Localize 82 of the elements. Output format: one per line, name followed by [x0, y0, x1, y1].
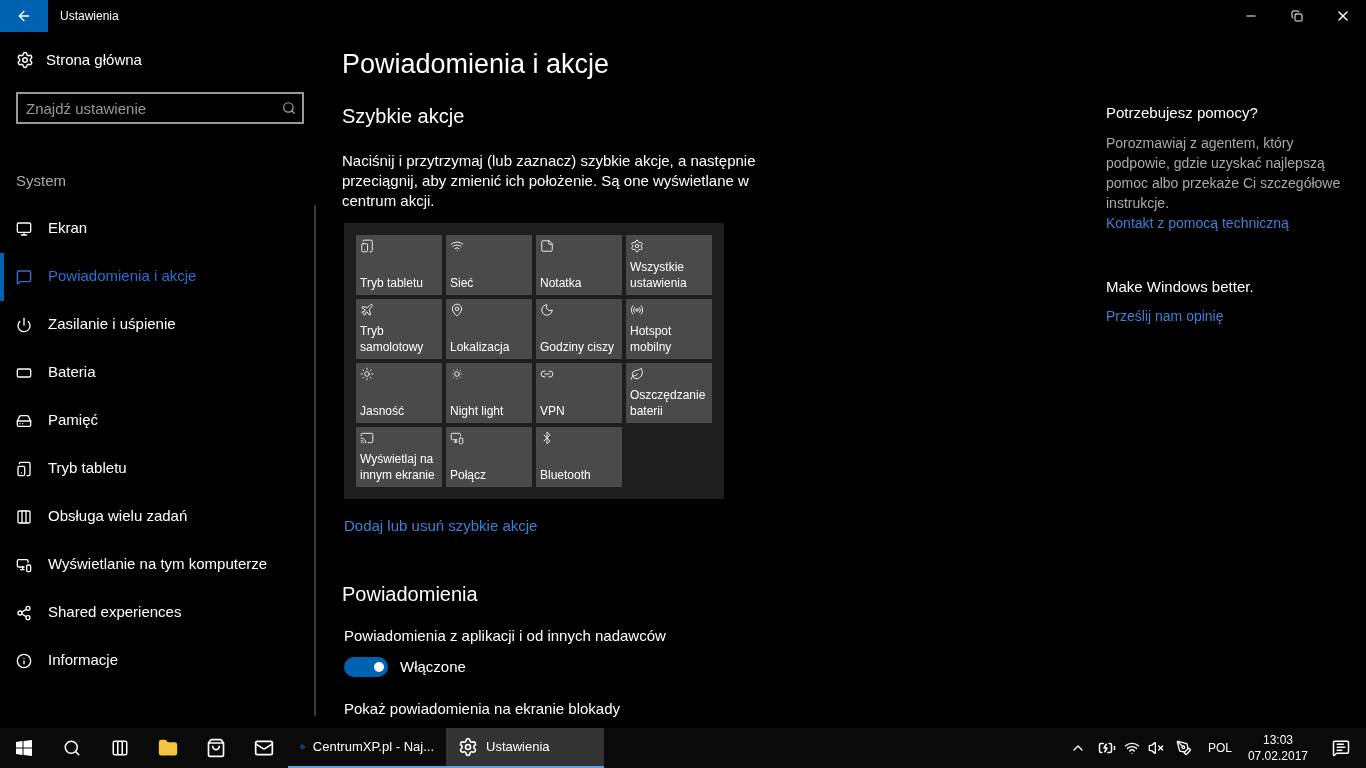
section-heading: Szybkie akcje — [342, 103, 466, 129]
mail-icon — [254, 738, 274, 758]
quick-action-tile[interactable]: Oszczędzanie baterii — [626, 362, 712, 423]
back-button[interactable] — [0, 0, 48, 32]
drive-icon — [16, 412, 32, 429]
quick-action-tile[interactable]: Połącz — [446, 426, 532, 487]
moon-icon — [540, 302, 554, 317]
airplane-icon — [360, 302, 374, 317]
quick-action-tile[interactable]: Sieć — [446, 234, 532, 295]
page-title: Powiadomienia i akcje — [342, 48, 611, 81]
restore-icon — [1291, 10, 1303, 22]
setting-label: Powiadomienia z aplikacji i od innych nadawców — [344, 626, 667, 646]
home-link[interactable]: Strona główna — [46, 48, 142, 72]
shopping-bag-icon — [206, 738, 226, 758]
feedback-heading: Make Windows better. — [1106, 276, 1255, 297]
note-icon — [540, 238, 554, 253]
quick-action-tile[interactable]: VPN — [536, 362, 622, 423]
quick-action-tile[interactable]: Notatka — [536, 234, 622, 295]
quick-action-tile[interactable]: Godziny ciszy — [536, 298, 622, 359]
leaf-icon — [630, 366, 644, 381]
sun-icon — [360, 366, 374, 381]
search-field[interactable]: Znajdź ustawienie — [16, 92, 304, 124]
taskbar-app[interactable]: Ustawienia — [446, 728, 604, 768]
pen-icon[interactable] — [1175, 740, 1192, 756]
speech-bubble-icon — [16, 268, 32, 285]
nav-item[interactable]: Wyświetlanie na tym komputerze — [0, 540, 314, 589]
map-pin-icon — [450, 302, 464, 317]
quick-action-tile[interactable]: Bluetooth — [536, 426, 622, 487]
devices-icon — [450, 430, 464, 445]
quick-action-tile[interactable]: Night light — [446, 362, 532, 423]
info-icon — [16, 652, 32, 669]
nav-item[interactable]: Zasilanie i uśpienie — [0, 300, 314, 349]
settings-icon — [630, 238, 644, 253]
task-view-icon — [111, 739, 129, 757]
support-link[interactable]: Kontakt z pomocą techniczną — [1106, 212, 1289, 234]
nav-item[interactable]: Obsługa wielu zadań — [0, 492, 314, 541]
toggle-switch[interactable] — [344, 656, 388, 677]
search-icon — [282, 101, 296, 115]
mute-icon[interactable] — [1147, 740, 1164, 756]
settings-icon — [16, 51, 34, 69]
nav-item[interactable]: Bateria — [0, 348, 314, 397]
quick-action-tile[interactable]: Hotspot mobilny — [626, 298, 712, 359]
power-icon — [16, 316, 32, 333]
quick-action-tile[interactable]: Tryb samolotowy — [356, 298, 442, 359]
clock[interactable]: 13:03 07.02.2017 — [1247, 732, 1308, 764]
quick-action-tile[interactable]: Wszystkie ustawienia — [626, 234, 712, 295]
tablet-icon — [360, 238, 374, 253]
description: Naciśnij i przytrzymaj (lub zaznacz) szybkie akcje, a następnie przeciągnij, aby zmienić ich położenie. Są one wyświetlane w centrum akcji. — [342, 150, 757, 211]
wifi-icon — [450, 238, 464, 253]
search-icon — [63, 739, 81, 757]
help-heading: Potrzebujesz pomocy? — [1106, 103, 1259, 123]
feedback-link[interactable]: Prześlij nam opinię — [1106, 306, 1224, 327]
notification-icon[interactable] — [1332, 739, 1350, 757]
wifi-icon[interactable] — [1123, 740, 1140, 756]
settings-icon — [458, 737, 478, 757]
nav-item[interactable]: Informacje — [0, 636, 314, 685]
screens-icon — [360, 430, 374, 445]
nav-item[interactable]: Powiadomienia i akcje — [0, 252, 314, 301]
windows-logo-icon — [16, 740, 32, 756]
nav-item[interactable]: Shared experiences — [0, 588, 314, 637]
share-icon — [16, 604, 32, 621]
nav-item[interactable]: Ekran — [0, 204, 314, 253]
section-heading: Powiadomienia — [342, 582, 479, 607]
add-remove-link[interactable]: Dodaj lub usuń szybkie akcje — [344, 514, 538, 537]
sun-icon — [450, 366, 464, 381]
language-indicator[interactable]: POL — [1207, 739, 1232, 757]
nav-item[interactable]: Tryb tabletu — [0, 444, 314, 493]
quick-action-tile[interactable]: Jasność — [356, 362, 442, 423]
quick-action-tile[interactable]: Wyświetlaj na innym ekranie — [356, 426, 442, 487]
help-text: Porozmawiaj z agentem, który podpowie, gdzie uzyskać najlepszą pomoc albo przekaże Ci szczegółowe instrukcje. — [1106, 133, 1342, 213]
toggle-state: Włączone — [400, 656, 466, 677]
section-label: System — [16, 171, 66, 191]
nav-item[interactable]: Pamięć — [0, 396, 314, 445]
antenna-icon — [630, 302, 644, 317]
monitor-icon — [16, 220, 32, 237]
folder-icon — [158, 738, 178, 758]
quick-action-tile[interactable]: Tryb tabletu — [356, 234, 442, 295]
quick-action-tile[interactable]: Lokalizacja — [446, 298, 532, 359]
setting-label: Pokaż powiadomienia na ekranie blokady — [344, 699, 620, 719]
window-title: Ustawienia — [60, 8, 119, 24]
back-arrow-icon — [16, 8, 32, 24]
tablet-icon — [16, 460, 32, 477]
